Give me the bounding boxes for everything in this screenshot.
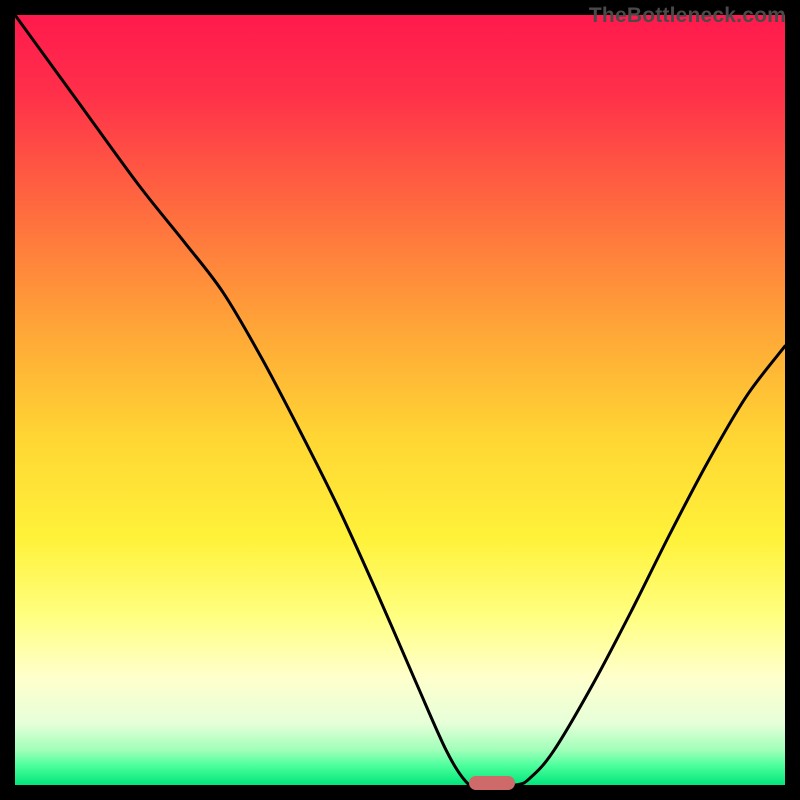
chart-frame: TheBottleneck.com: [0, 0, 800, 800]
optimal-point-marker: [469, 776, 515, 790]
bottleneck-plot: [15, 15, 785, 785]
watermark-text: TheBottleneck.com: [589, 4, 786, 28]
plot-background: [15, 15, 785, 785]
